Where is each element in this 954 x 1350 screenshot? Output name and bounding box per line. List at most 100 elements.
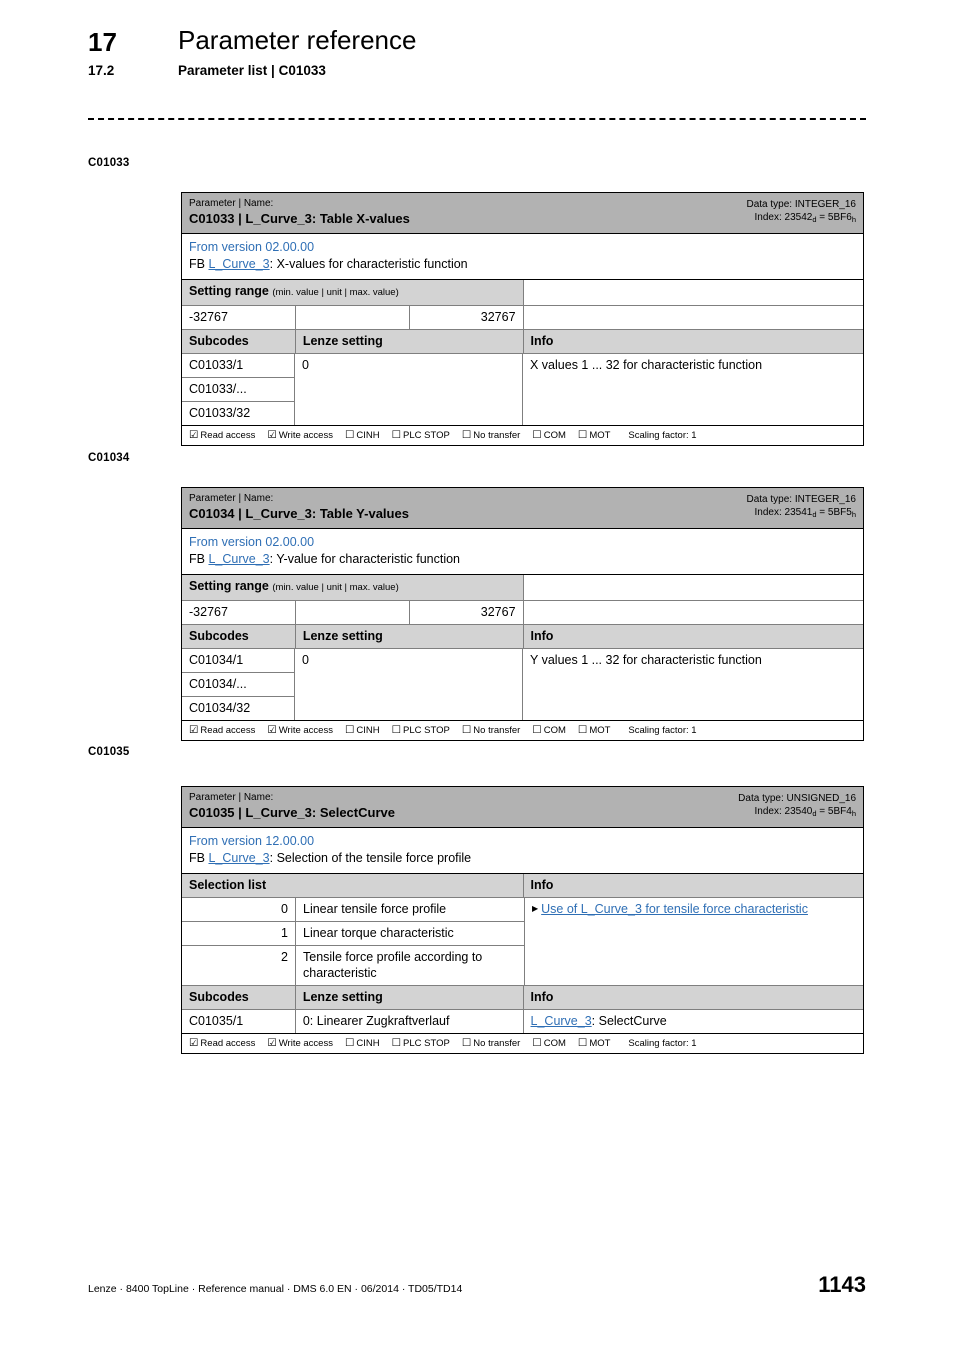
- selection-info-link[interactable]: Use of L_Curve_3 for tensile force chara…: [541, 902, 808, 916]
- checkbox-unchecked-icon: ☐: [344, 429, 355, 441]
- info-link[interactable]: L_Curve_3: [531, 1014, 592, 1028]
- access-no-transfer: ☐ No transfer: [461, 1037, 521, 1049]
- access-flags-row: ☑ Read access ☑ Write access ☐ CINH ☐ PLC ST…: [182, 1033, 863, 1053]
- access-mot: ☐ MOT: [577, 1037, 611, 1049]
- setting-range-header: Setting range (min. value | unit | max. …: [182, 280, 524, 305]
- lenze-setting-header: Lenze setting: [295, 986, 524, 1009]
- header-divider: [88, 118, 866, 120]
- checkbox-unchecked-icon: ☐: [461, 724, 472, 736]
- section-number: 17.2: [88, 63, 115, 78]
- checkbox-unchecked-icon: ☐: [391, 429, 402, 441]
- setting-range-values-row: -32767 32767: [182, 306, 863, 330]
- subcodes-header: Subcodes: [182, 330, 296, 353]
- parameter-title: C01035 | L_Curve_3: SelectCurve: [189, 805, 395, 820]
- parameter-title-band: Parameter | Name: C01035 | L_Curve_3: Se…: [182, 787, 863, 828]
- setting-range-max: 32767: [410, 306, 524, 329]
- parameter-table-c01035: Parameter | Name: C01035 | L_Curve_3: Se…: [181, 786, 864, 1054]
- checkbox-unchecked-icon: ☐: [577, 724, 588, 736]
- setting-range-min: -32767: [182, 601, 296, 624]
- subcode-cell: C01033/32: [182, 402, 295, 425]
- page-number: 1143: [818, 1272, 866, 1297]
- checkbox-unchecked-icon: ☐: [461, 1037, 472, 1049]
- info-value: L_Curve_3: SelectCurve: [530, 1014, 667, 1028]
- document-page: 17 Parameter reference 17.2 Parameter li…: [0, 0, 954, 1350]
- scaling-factor: Scaling factor: 1: [628, 725, 697, 736]
- access-write: ☑ Write access: [267, 429, 333, 441]
- subcode-cell: C01034/32: [182, 697, 295, 720]
- access-read: ☑ Read access: [189, 429, 256, 441]
- access-com: ☐ COM: [532, 724, 566, 736]
- scaling-factor: Scaling factor: 1: [628, 430, 697, 441]
- subcode-cell: C01033/...: [182, 378, 295, 402]
- selection-option-row: 0 Linear tensile force profile: [182, 898, 524, 922]
- parameter-description: From version 02.00.00 FB L_Curve_3: Y-va…: [182, 529, 863, 575]
- data-type: Data type: INTEGER_16: [746, 494, 857, 505]
- subcodes-column: C01034/1 C01034/... C01034/32: [182, 649, 295, 720]
- margin-label-c01035: C01035: [88, 746, 130, 758]
- fb-link[interactable]: L_Curve_3: [208, 851, 269, 865]
- parameter-description: From version 12.00.00 FB L_Curve_3: Sele…: [182, 828, 863, 874]
- setting-range-max: 32767: [410, 601, 524, 624]
- checkbox-unchecked-icon: ☐: [344, 1037, 355, 1049]
- setting-range-unit: [296, 601, 410, 624]
- checkbox-checked-icon: ☑: [267, 724, 277, 736]
- parameter-table-c01034: Parameter | Name: C01034 | L_Curve_3: Ta…: [181, 487, 864, 741]
- info-value: X values 1 ... 32 for characteristic fun…: [530, 358, 763, 372]
- fb-description: FB L_Curve_3: X-values for characteristi…: [189, 257, 468, 271]
- info-header: Info: [523, 986, 863, 1009]
- parameter-name-kicker: Parameter | Name:: [189, 792, 274, 803]
- subcodes-header-row: Subcodes Lenze setting Info: [182, 985, 863, 1010]
- access-cinh: ☐ CINH: [344, 429, 380, 441]
- access-mot: ☐ MOT: [577, 429, 611, 441]
- setting-range-values-row: -32767 32767: [182, 601, 863, 625]
- subcode-row: C01035/1 0: Linearer Zugkraftverlauf L_C…: [182, 1010, 863, 1033]
- selection-list-body: 0 Linear tensile force profile 1 Linear …: [182, 898, 863, 985]
- selection-option-row: 2 Tensile force profile according to cha…: [182, 946, 524, 985]
- checkbox-checked-icon: ☑: [189, 1037, 199, 1049]
- parameter-description: From version 02.00.00 FB L_Curve_3: X-va…: [182, 234, 863, 280]
- index-value: Index: 23542d = 5BF6h: [754, 211, 856, 224]
- subcode-cell: C01034/...: [182, 673, 295, 697]
- checkbox-unchecked-icon: ☐: [461, 429, 472, 441]
- checkbox-unchecked-icon: ☐: [577, 429, 588, 441]
- selection-options-column: 0 Linear tensile force profile 1 Linear …: [182, 898, 524, 985]
- margin-label-c01034: C01034: [88, 452, 130, 464]
- subcodes-header-row: Subcodes Lenze setting Info: [182, 330, 863, 354]
- selection-list-header-row: Selection list Info: [182, 874, 863, 898]
- checkbox-unchecked-icon: ☐: [532, 1037, 542, 1049]
- parameter-name-kicker: Parameter | Name:: [189, 493, 274, 504]
- parameter-meta: Data type: INTEGER_16 Index: 23542d = 5B…: [747, 198, 857, 224]
- access-plc-stop: ☐ PLC STOP: [391, 429, 450, 441]
- selection-option-text: Linear tensile force profile: [303, 902, 447, 916]
- access-mot: ☐ MOT: [577, 724, 611, 736]
- setting-range-values-spacer: [524, 306, 863, 329]
- access-flags-row: ☑ Read access ☑ Write access ☐ CINH ☐ PLC ST…: [182, 720, 863, 740]
- from-version: From version 02.00.00: [189, 240, 315, 254]
- data-type: Data type: UNSIGNED_16: [738, 793, 856, 804]
- lenze-setting-value: 0: Linearer Zugkraftverlauf: [296, 1010, 524, 1033]
- setting-range-header-row: Setting range (min. value | unit | max. …: [182, 280, 863, 306]
- fb-link[interactable]: L_Curve_3: [208, 257, 269, 271]
- setting-range-header-spacer: [524, 575, 864, 600]
- checkbox-checked-icon: ☑: [189, 429, 199, 441]
- checkbox-checked-icon: ☑: [267, 429, 277, 441]
- selection-option-row: 1 Linear torque characteristic: [182, 922, 524, 946]
- chapter-title: Parameter reference: [178, 25, 417, 55]
- subcodes-header: Subcodes: [182, 986, 296, 1009]
- margin-label-c01033: C01033: [88, 157, 130, 169]
- setting-range-header-spacer: [524, 280, 864, 305]
- subcode-cell: C01033/1: [182, 354, 295, 378]
- access-write: ☑ Write access: [267, 1037, 333, 1049]
- index-value: Index: 23541d = 5BF5h: [754, 506, 856, 519]
- subcodes-detail: 0 Y values 1 ... 32 for characteristic f…: [295, 649, 863, 720]
- fb-link[interactable]: L_Curve_3: [208, 552, 269, 566]
- checkbox-unchecked-icon: ☐: [577, 1037, 588, 1049]
- access-read: ☑ Read access: [189, 1037, 256, 1049]
- selection-option-value: 2: [182, 946, 296, 985]
- lenze-setting-value: 0: [295, 649, 523, 720]
- setting-range-values-spacer: [524, 601, 863, 624]
- info-value: Y values 1 ... 32 for characteristic fun…: [530, 653, 762, 667]
- chapter-number: 17: [88, 27, 118, 57]
- subcodes-detail: 0 X values 1 ... 32 for characteristic f…: [295, 354, 863, 425]
- access-flags-row: ☑ Read access ☑ Write access ☐ CINH ☐ PLC ST…: [182, 425, 863, 445]
